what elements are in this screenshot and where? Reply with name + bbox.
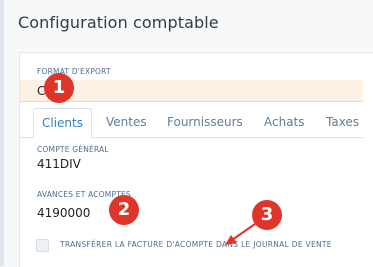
- annotation-marker-2: 2: [109, 195, 139, 225]
- accounting-config-panel: Configuration comptable FORMAT D'EXPORT …: [4, 0, 373, 267]
- annotation-arrow: [225, 223, 256, 245]
- annotation-marker-1: 1: [44, 73, 74, 103]
- annotation-marker-3: 3: [252, 200, 282, 230]
